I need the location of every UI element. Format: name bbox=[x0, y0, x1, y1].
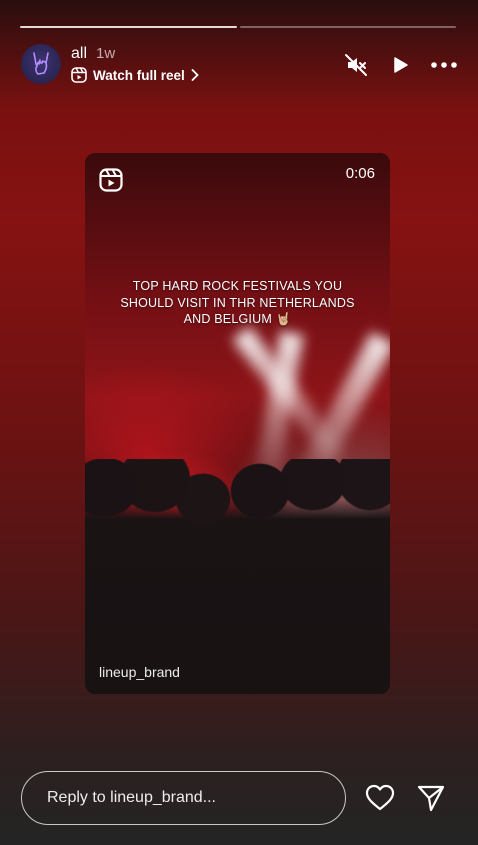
reel-author[interactable]: lineup_brand bbox=[99, 664, 180, 680]
reply-placeholder: Reply to lineup_brand... bbox=[47, 789, 216, 806]
progress-segment bbox=[20, 26, 237, 28]
muted-speaker-icon bbox=[345, 54, 367, 76]
crowd-silhouette bbox=[85, 459, 390, 694]
avatar[interactable] bbox=[21, 44, 61, 84]
progress-segment bbox=[239, 26, 456, 28]
chevron-right-icon bbox=[191, 69, 199, 81]
like-button[interactable] bbox=[365, 783, 395, 813]
reply-input[interactable]: Reply to lineup_brand... bbox=[21, 771, 346, 825]
watch-full-reel-label: Watch full reel bbox=[93, 67, 185, 83]
reels-icon bbox=[71, 67, 87, 83]
reel-preview[interactable]: 0:06 TOP HARD ROCK FESTIVALS YOU SHOULD … bbox=[85, 153, 390, 694]
more-options-button[interactable] bbox=[431, 52, 457, 78]
heart-icon bbox=[365, 784, 395, 811]
rock-hand-icon bbox=[33, 52, 49, 75]
reels-icon bbox=[99, 168, 123, 192]
play-icon bbox=[394, 57, 408, 73]
story-progress-bar bbox=[20, 26, 456, 28]
more-dots-icon bbox=[431, 62, 457, 68]
reel-caption: TOP HARD ROCK FESTIVALS YOU SHOULD VISIT… bbox=[120, 279, 355, 326]
mute-button[interactable] bbox=[343, 52, 369, 78]
watch-full-reel-link[interactable]: Watch full reel bbox=[71, 67, 199, 83]
story-header: all 1w Watch full reel bbox=[21, 44, 457, 84]
play-button[interactable] bbox=[387, 52, 413, 78]
username[interactable]: all bbox=[71, 45, 87, 63]
share-button[interactable] bbox=[416, 783, 446, 813]
reel-duration: 0:06 bbox=[345, 165, 375, 182]
story-time: 1w bbox=[96, 45, 116, 62]
send-icon bbox=[417, 785, 445, 812]
